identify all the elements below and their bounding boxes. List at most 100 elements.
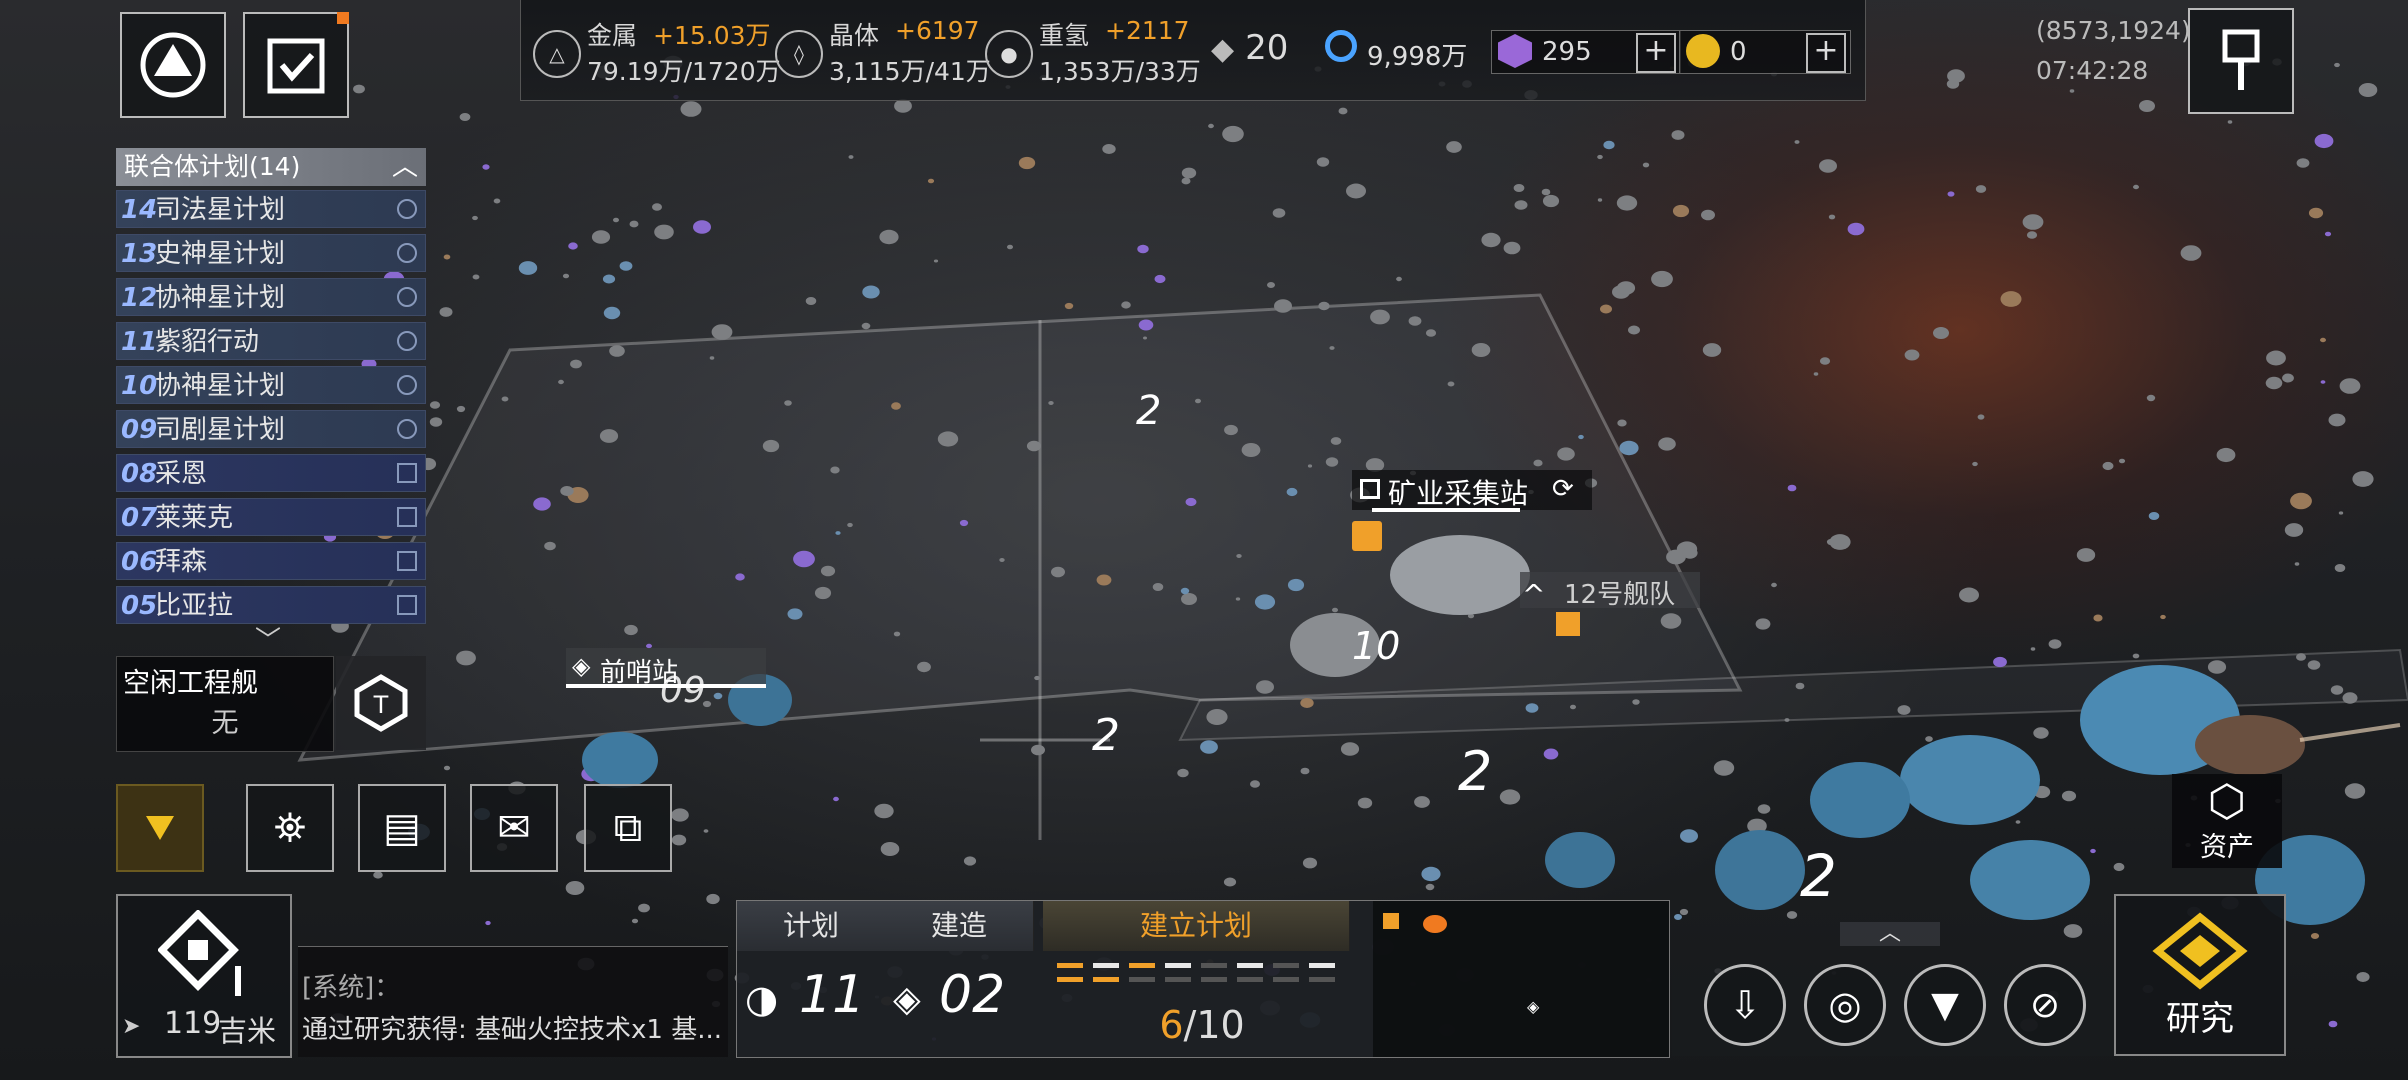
map-marker-button[interactable] [2188, 8, 2294, 114]
blue-asteroid[interactable] [1900, 735, 2040, 825]
asteroid [1628, 325, 1640, 335]
fleet-marker-icon[interactable] [1556, 612, 1580, 636]
resource-deuterium[interactable]: ● 重氢 +2117 1,353万/33万 [985, 16, 1201, 86]
plan-list-item[interactable]: 06拜森 [116, 542, 426, 580]
download-button[interactable]: ⇩ [1704, 964, 1786, 1046]
mining-station-label[interactable]: 矿业采集站 ⟳ [1352, 470, 1592, 510]
chat-panel[interactable]: [系统]： 通过研究获得: 基础火控技术x1 基... [298, 946, 728, 1057]
plan-list-item[interactable]: 10协神星计划 [116, 366, 426, 404]
documents-button[interactable]: ▤ [358, 784, 446, 872]
idle-engineer-panel[interactable]: 空闲工程舰 无 [116, 656, 334, 752]
plan-list-item[interactable]: 05比亚拉 [116, 586, 426, 624]
asteroid [472, 215, 478, 221]
progress-segment [1237, 963, 1263, 968]
premium-display[interactable]: 295 + [1491, 30, 1681, 74]
asteroid [1813, 372, 1819, 376]
minimap[interactable]: ◈ [1373, 901, 1669, 1057]
plan-list-item[interactable]: 13史神星计划 [116, 234, 426, 272]
scroll-down-icon[interactable]: ﹀ [255, 620, 281, 657]
assets-button[interactable]: ⬡ 资产 [2172, 774, 2282, 868]
blue-asteroid[interactable] [582, 732, 658, 788]
resource-crystal[interactable]: ◊ 晶体 +6197 3,115万/41万 [775, 16, 991, 86]
asteroid [1819, 357, 1831, 365]
asteroid [1300, 767, 1310, 775]
plan-list-item[interactable]: 09司剧星计划 [116, 410, 426, 448]
asteroid [1787, 484, 1797, 492]
add-gold-button[interactable]: + [1806, 33, 1846, 73]
mining-station-structure[interactable] [1390, 535, 1530, 615]
asteroid [1137, 244, 1149, 254]
square-tag-icon [397, 551, 417, 571]
blue-asteroid[interactable] [1545, 832, 1615, 888]
plan-number: 07 [121, 503, 158, 533]
resource-increment: +15.03万 [653, 21, 771, 50]
asteroid [1241, 443, 1261, 457]
asteroid [1471, 343, 1491, 357]
rank-button[interactable]: ▼ [1904, 964, 1986, 1046]
asteroid [2324, 231, 2332, 237]
target-button[interactable]: ⊘ [2004, 964, 2086, 1046]
plan-list-item[interactable]: 08采恩 [116, 454, 426, 492]
cycle-icon[interactable]: ⟳ [1552, 474, 1574, 504]
asteroid [1031, 744, 1045, 756]
gold-display[interactable]: 0 + [1679, 30, 1851, 74]
blue-asteroid[interactable] [1810, 762, 1910, 838]
asteroid [2026, 231, 2038, 239]
cube-icon: ⬡ [2207, 775, 2247, 827]
asteroid [2102, 461, 2114, 471]
asteroid [1267, 282, 1275, 288]
tasks-button[interactable] [243, 12, 349, 118]
expand-actions-icon[interactable]: ︿ [1840, 922, 1940, 946]
enemy-ship[interactable] [2195, 715, 2305, 775]
credits-display[interactable]: 9,998万 [1321, 30, 1471, 72]
premium-p-icon [1498, 34, 1532, 68]
plan-list-item[interactable]: 11紫貂行动 [116, 322, 426, 360]
blue-asteroid[interactable] [1970, 840, 2090, 920]
asteroid [1152, 583, 1164, 591]
asteroid [2334, 62, 2340, 68]
blue-asteroid[interactable] [1715, 830, 1805, 910]
plan-list-header[interactable]: 联合体计划(14) ︿ [116, 148, 426, 186]
asteroid [1408, 316, 1422, 326]
asteroid [1600, 304, 1612, 314]
station-target-icon[interactable] [1352, 521, 1382, 551]
asteroid [2290, 492, 2312, 510]
square-tag-icon [397, 507, 417, 527]
research-button[interactable]: 研究 [2114, 894, 2286, 1056]
plan-list-item[interactable]: 14司法星计划 [116, 190, 426, 228]
fleet-count[interactable]: ◆ 20 [1211, 28, 1288, 68]
asteroid [652, 203, 662, 211]
asteroid [1578, 434, 1584, 440]
asteroid [1208, 123, 1214, 129]
collapse-icon[interactable]: ︿ [392, 148, 418, 186]
plan-number: 09 [121, 415, 158, 445]
asteroid [1619, 440, 1639, 456]
navigation-panel[interactable]: ➤ 119 吉米 [116, 894, 292, 1058]
asteroid [1701, 209, 1715, 221]
asteroid [937, 431, 959, 447]
plan-list-item[interactable]: 12协神星计划 [116, 278, 426, 316]
engineer-ship-button[interactable]: T [336, 656, 426, 750]
asteroid [1007, 244, 1013, 250]
scan-button[interactable]: ◎ [1804, 964, 1886, 1046]
progress-segment [1093, 963, 1119, 968]
asteroid [429, 417, 443, 427]
resource-metal[interactable]: △ 金属 +15.03万 79.19万/1720万 [533, 16, 781, 86]
fleet-label[interactable]: 12号舰队 [1520, 572, 1700, 610]
plan-list-item[interactable]: 07莱莱克 [116, 498, 426, 536]
expand-menu-button[interactable] [116, 784, 204, 872]
tab-plan[interactable]: 计划 [737, 901, 886, 951]
mail-button[interactable]: ✉ [470, 784, 558, 872]
asteroid [861, 322, 871, 330]
asteroid [443, 765, 451, 771]
build-station-button[interactable]: ⛯ [246, 784, 334, 872]
chat-button[interactable]: ⧉ [584, 784, 672, 872]
asteroid [1051, 566, 1065, 578]
alliance-emblem-button[interactable] [120, 12, 226, 118]
asteroid [1048, 401, 1054, 405]
asteroid [2160, 614, 2166, 620]
distance-unit: 吉米 [218, 1014, 277, 1048]
tab-establish-plan[interactable]: 建立计划 [1043, 901, 1350, 951]
add-premium-button[interactable]: + [1636, 33, 1676, 73]
tab-build[interactable]: 建造 [885, 901, 1034, 951]
